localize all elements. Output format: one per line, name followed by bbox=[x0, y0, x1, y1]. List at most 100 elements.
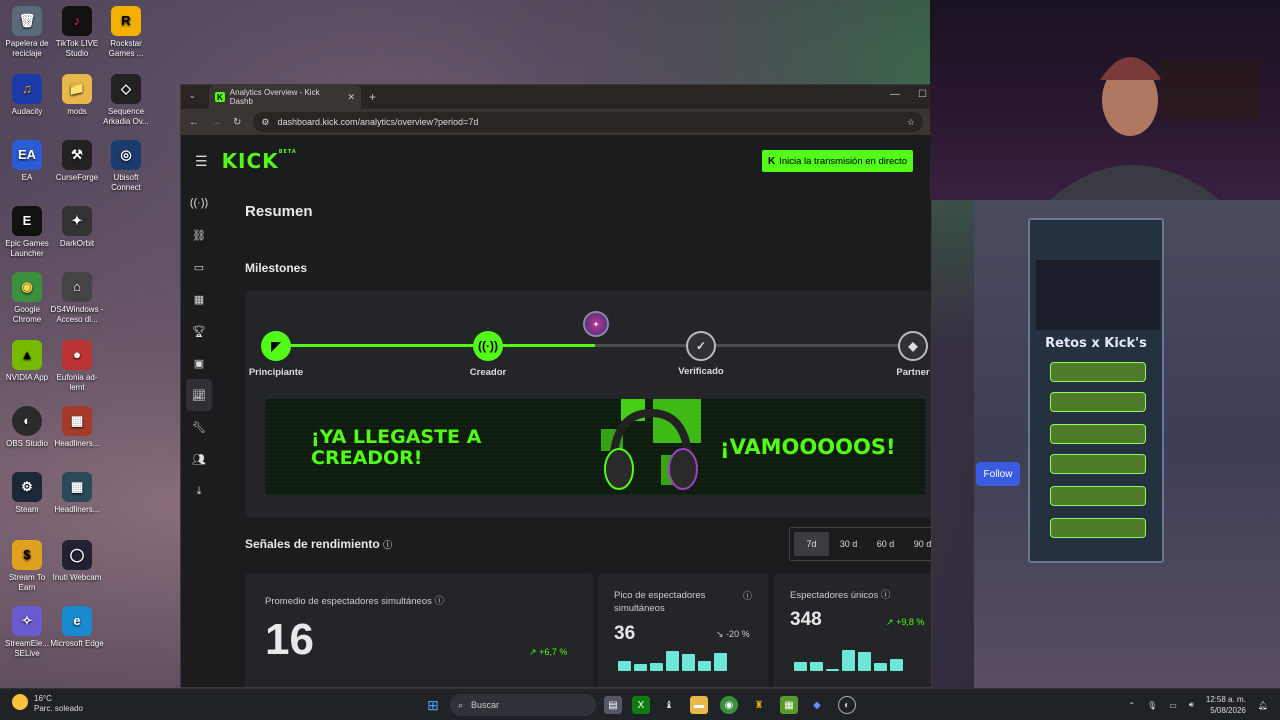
desktop-icon-ubisoft[interactable]: ◎ Ubisoft Connect bbox=[99, 140, 153, 193]
video-icon[interactable]: ▣ bbox=[186, 347, 212, 379]
desktop-icon-edge[interactable]: e Microsoft Edge bbox=[50, 606, 104, 649]
sparkbar bbox=[794, 662, 807, 671]
tab-close-icon[interactable]: ✕ bbox=[347, 92, 355, 103]
weather-widget[interactable]: 16°C Parc. soleado bbox=[12, 694, 83, 714]
period-7d-button[interactable]: 7d bbox=[794, 532, 829, 556]
headset-icon bbox=[601, 399, 701, 490]
gem-app-icon[interactable]: ◆ bbox=[808, 696, 826, 714]
desktop-icon-darkorbit[interactable]: ✦ DarkOrbit bbox=[50, 206, 104, 249]
reto-pill bbox=[1050, 424, 1146, 444]
info-icon[interactable]: ⓘ bbox=[435, 596, 445, 607]
calendar-icon[interactable]: ▦ bbox=[186, 283, 212, 315]
sparkbar bbox=[714, 653, 727, 671]
period-90d-button[interactable]: 90 d bbox=[905, 532, 931, 556]
site-info-icon[interactable]: ⚙ bbox=[261, 117, 269, 128]
desktop-icon-steam[interactable]: ⚙ Steam bbox=[0, 472, 54, 515]
tiktok-icon: ♪ bbox=[62, 6, 92, 36]
period-60d-button[interactable]: 60 d bbox=[868, 532, 903, 556]
desktop-icon-stream-to-earn[interactable]: $ Stream To Earn bbox=[0, 540, 54, 593]
chrome-taskbar-icon[interactable]: ◉ bbox=[720, 696, 738, 714]
maximize-button[interactable]: ☐ bbox=[918, 89, 927, 100]
milestone-label: Creador bbox=[469, 367, 507, 378]
desktop-icon-rockstar[interactable]: R Rockstar Games ... bbox=[99, 6, 153, 59]
users-icon[interactable]: 👥︎ bbox=[186, 443, 212, 475]
task-view-icon[interactable]: ▤ bbox=[604, 696, 622, 714]
desktop-icon-audacity[interactable]: ♫ Audacity bbox=[0, 74, 54, 117]
info-icon[interactable]: ⓘ bbox=[881, 590, 891, 601]
window-icon[interactable]: ▭ bbox=[186, 251, 212, 283]
xbox-icon[interactable]: X bbox=[632, 696, 650, 714]
trophy-icon[interactable]: 🏆︎ bbox=[186, 315, 212, 347]
windows-start-icon[interactable]: ⊞ bbox=[424, 696, 442, 714]
minimize-button[interactable]: — bbox=[890, 89, 900, 100]
minecraft-icon[interactable]: ▦ bbox=[780, 696, 798, 714]
period-selector: 7d 30 d 60 d 90 d bbox=[789, 527, 931, 561]
ubisoft-icon: ◎ bbox=[111, 140, 141, 170]
volume-icon[interactable]: 🔊︎ bbox=[1189, 700, 1194, 710]
milestone-verificado-icon: ✓ bbox=[686, 331, 716, 361]
kick-favicon-icon: K bbox=[215, 92, 225, 102]
desktop-icon-obs[interactable]: ◐ OBS Studio bbox=[0, 406, 54, 449]
desktop-icon-headliners-1[interactable]: ▦ Headliners... bbox=[50, 406, 104, 449]
go-live-button[interactable]: K Inicia la transmisión en directo bbox=[761, 150, 913, 172]
link-icon[interactable]: ⛓ bbox=[186, 219, 212, 251]
stream-to-earn-icon: $ bbox=[12, 540, 42, 570]
menu-hamburger-icon[interactable]: ☰ bbox=[195, 153, 208, 170]
chevron-up-icon[interactable]: ⌃ bbox=[1128, 701, 1135, 710]
desktop-icon-chrome[interactable]: ◉ Google Chrome bbox=[0, 272, 54, 325]
desktop-icon-eufonia[interactable]: ● Eufonia ad-lemt bbox=[50, 340, 104, 393]
milestone-label: Principiante bbox=[248, 367, 304, 378]
new-tab-button[interactable]: + bbox=[369, 90, 376, 104]
dashboard-sidebar: ((·)) ⛓ ▭ ▦ 🏆︎ ▣ 📈︎ 🔧︎ 👥︎ ⤓ bbox=[181, 187, 217, 687]
milestone-label: Verificado bbox=[678, 366, 724, 377]
metric-value: 16 bbox=[265, 615, 314, 664]
info-icon[interactable]: ⓘ bbox=[743, 589, 752, 602]
desktop-icon-label: CurseForge bbox=[55, 173, 99, 182]
desktop-icon-ea[interactable]: EA EA bbox=[0, 140, 54, 183]
desktop-icon-mods[interactable]: 📁 mods bbox=[50, 74, 104, 117]
kick-logo[interactable]: KICKBETA bbox=[222, 149, 297, 173]
desktop-icon-headliners-2[interactable]: ▦ Headliners... bbox=[50, 472, 104, 515]
back-icon[interactable]: ← bbox=[189, 117, 199, 128]
window-controls: — ☐ bbox=[890, 89, 931, 100]
download-icon[interactable]: ⤓ bbox=[186, 475, 212, 507]
period-30d-button[interactable]: 30 d bbox=[831, 532, 866, 556]
desktop-icon-recycle-bin[interactable]: 🗑 Papelera de reciclaje bbox=[0, 6, 54, 59]
streamelements-icon: ✧ bbox=[12, 606, 42, 636]
analytics-icon[interactable]: 📈︎ bbox=[186, 379, 212, 411]
wrench-icon[interactable]: 🔧︎ bbox=[186, 411, 212, 443]
taskbar-search[interactable]: ⌕ Buscar bbox=[450, 694, 596, 716]
file-explorer-icon[interactable]: ▬ bbox=[690, 696, 708, 714]
broadcast-icon[interactable]: ((·)) bbox=[186, 187, 212, 219]
desktop-icon-label: Ubisoft Connect bbox=[111, 173, 141, 192]
microphone-icon[interactable]: 🎙︎ bbox=[1147, 701, 1157, 710]
desktop-icon-tiktok[interactable]: ♪ TikTok LIVE Studio bbox=[50, 6, 104, 59]
desktop-icon-streamelements[interactable]: ✧ StreamEle... SELive bbox=[0, 606, 54, 659]
weather-text: Parc. soleado bbox=[34, 704, 83, 713]
desktop-icon-label: EA bbox=[21, 173, 33, 182]
metric-card-unique-viewers: Espectadores únicos ⓘ 348 ↗ +9,8 % bbox=[774, 573, 931, 687]
notifications-icon[interactable]: 🔔︎ bbox=[1258, 701, 1268, 710]
desktop-icon-ds4windows[interactable]: ⌂ DS4Windows - Acceso di... bbox=[50, 272, 104, 325]
obs-taskbar-icon[interactable]: ◐ bbox=[838, 696, 856, 714]
forward-icon[interactable]: → bbox=[211, 117, 221, 128]
tab-search-icon[interactable]: ⌄ bbox=[189, 91, 196, 100]
clock-date: 5/08/2026 bbox=[1210, 706, 1246, 715]
desktop-icon-epic[interactable]: E Epic Games Launcher bbox=[0, 206, 54, 259]
desktop-icon-label: DS4Windows - Acceso di... bbox=[50, 305, 104, 324]
browser-window: ⌄ K Analytics Overview - Kick Dashb ✕ + … bbox=[180, 84, 932, 688]
reload-icon[interactable]: ↻ bbox=[233, 117, 241, 128]
info-icon[interactable]: ⓘ bbox=[383, 540, 392, 550]
chess-icon[interactable]: ♝ bbox=[660, 696, 678, 714]
app-icon[interactable]: ♜ bbox=[750, 696, 768, 714]
desktop-icon-sequence[interactable]: ◇ Sequence Arkadia Ov... bbox=[99, 74, 153, 127]
desktop-icon-nvidia[interactable]: ▲ NVIDIA App bbox=[0, 340, 54, 383]
milestone-label: Partner bbox=[896, 367, 930, 378]
network-icon[interactable]: ▭ bbox=[1169, 701, 1177, 710]
desktop-icon-webcam[interactable]: ◯ Inuti Webcam bbox=[50, 540, 104, 583]
address-bar[interactable]: ⚙ dashboard.kick.com/analytics/overview?… bbox=[253, 112, 923, 132]
desktop-icon-curseforge[interactable]: ⚒ CurseForge bbox=[50, 140, 104, 183]
tab-analytics-overview[interactable]: K Analytics Overview - Kick Dashb ✕ bbox=[209, 85, 361, 109]
clock[interactable]: 12:58 a. m. 5/08/2026 bbox=[1206, 694, 1246, 716]
bookmark-star-icon[interactable]: ☆ bbox=[907, 117, 915, 128]
